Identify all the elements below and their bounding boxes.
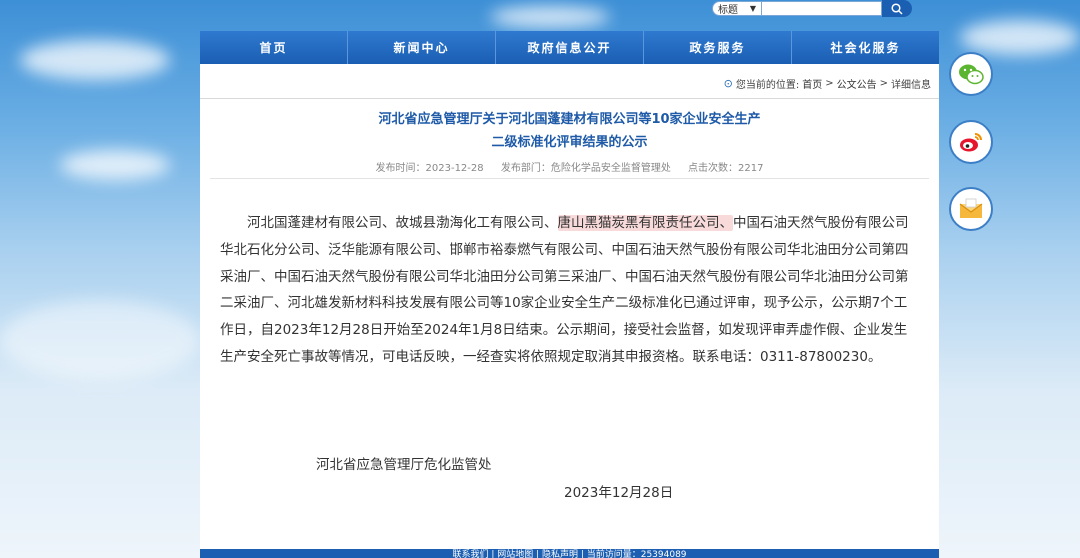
- cloud-decoration: [20, 40, 170, 80]
- nav-item-services[interactable]: 政务服务: [644, 31, 792, 64]
- location-pin-icon: ⊙: [723, 77, 733, 90]
- publish-department: 发布部门：危险化学品安全监督管理处: [500, 163, 671, 174]
- article-body-text: 中国石油天然气股份有限公司华北石化分公司、泛华能源有限公司、邯郸市裕泰燃气有限公…: [220, 215, 909, 365]
- article-date: 2023年12月28日: [564, 485, 674, 501]
- weibo-button[interactable]: [949, 120, 993, 164]
- mail-icon: [959, 198, 983, 218]
- weibo-icon: [960, 133, 982, 152]
- publish-date: 发布时间：2023-12-28: [375, 163, 484, 174]
- highlighted-company: 唐山黑猫炭黑有限责任公司、: [557, 215, 733, 231]
- article-title-line1: 河北省应急管理厅关于河北国蓬建材有限公司等10家企业安全生产: [378, 112, 761, 127]
- footer-text: 联系我们 | 网站地图 | 隐私声明 | 当前访问量：25394089: [452, 550, 687, 558]
- article-title: 河北省应急管理厅关于河北国蓬建材有限公司等10家企业安全生产 二级标准化评审结果…: [200, 108, 939, 154]
- nav-item-social-services[interactable]: 社会化服务: [792, 31, 939, 64]
- cloud-decoration: [60, 150, 170, 180]
- nav-item-home[interactable]: 首页: [200, 31, 348, 64]
- search-bar: 标题 ▼: [712, 0, 912, 17]
- nav-item-news[interactable]: 新闻中心: [348, 31, 496, 64]
- chevron-down-icon: ▼: [749, 4, 756, 13]
- breadcrumb-home-link[interactable]: 首页: [802, 76, 822, 91]
- breadcrumb: ⊙ 您当前的位置: 首页 > 公文公告 > 详细信息: [724, 76, 931, 91]
- breadcrumb-section-link[interactable]: 公文公告: [837, 76, 877, 91]
- search-input[interactable]: [762, 1, 882, 16]
- search-category-label: 标题: [718, 5, 738, 16]
- search-icon: [891, 2, 903, 15]
- breadcrumb-current: 详细信息: [891, 80, 931, 91]
- article-title-line2: 二级标准化评审结果的公示: [491, 135, 648, 150]
- mail-button[interactable]: [949, 187, 993, 231]
- cloud-decoration: [0, 300, 200, 380]
- nav-item-gov-info[interactable]: 政府信息公开: [496, 31, 644, 64]
- breadcrumb-separator: >: [879, 78, 888, 89]
- main-container: 标题 ▼ 首页 新闻中心 政府信息公开 政务服务 社会化服务 ⊙ 您当前的位置:…: [200, 0, 939, 558]
- cloud-decoration: [960, 20, 1080, 55]
- article-page: ⊙ 您当前的位置: 首页 > 公文公告 > 详细信息 河北省应急管理厅关于河北国…: [200, 64, 939, 549]
- breadcrumb-prefix: 您当前的位置:: [735, 80, 800, 91]
- breadcrumb-separator: >: [825, 78, 834, 89]
- wechat-button[interactable]: [949, 52, 993, 96]
- article-meta: 发布时间：2023-12-28 发布部门：危险化学品安全监督管理处 点击次数：2…: [200, 159, 939, 174]
- article-signature: 河北省应急管理厅危化监管处: [316, 457, 492, 473]
- search-button[interactable]: [882, 0, 912, 17]
- divider: [200, 98, 939, 99]
- main-nav: 首页 新闻中心 政府信息公开 政务服务 社会化服务: [200, 31, 939, 64]
- article-body-text: 河北国蓬建材有限公司、故城县渤海化工有限公司、: [247, 215, 558, 231]
- search-category-select[interactable]: 标题 ▼: [712, 1, 762, 16]
- article-body: 河北国蓬建材有限公司、故城县渤海化工有限公司、唐山黑猫炭黑有限责任公司、中国石油…: [220, 210, 910, 371]
- footer: 联系我们 | 网站地图 | 隐私声明 | 当前访问量：25394089: [200, 549, 939, 558]
- wechat-icon: [959, 64, 984, 85]
- view-count: 点击次数：2217: [688, 163, 764, 174]
- divider: [210, 178, 929, 179]
